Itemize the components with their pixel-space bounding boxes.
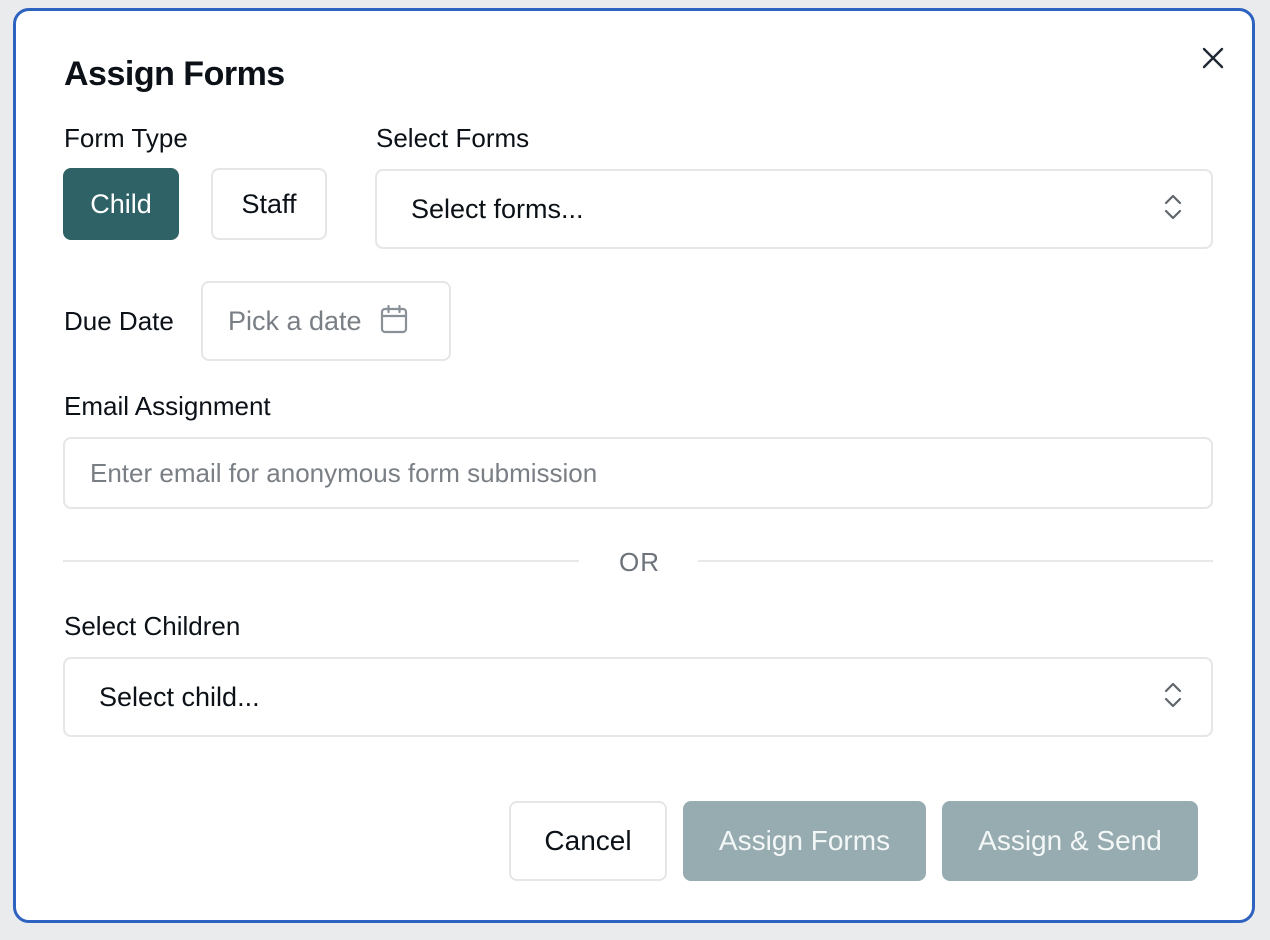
- or-separator-text: OR: [619, 547, 660, 577]
- assign-and-send-button[interactable]: Assign & Send: [942, 801, 1198, 881]
- email-assignment-input[interactable]: [63, 437, 1213, 509]
- chevron-up-down-icon: [1163, 192, 1183, 227]
- assign-forms-dialog: Assign Forms Form Type Child Staff Selec…: [13, 8, 1255, 923]
- due-date-placeholder: Pick a date: [228, 305, 362, 336]
- select-forms-value: Select forms...: [411, 193, 584, 224]
- select-children-dropdown[interactable]: Select child...: [63, 657, 1213, 737]
- form-type-staff-button[interactable]: Staff: [211, 168, 327, 240]
- chevron-up-down-icon: [1163, 680, 1183, 715]
- due-date-label: Due Date: [64, 306, 174, 336]
- select-forms-label: Select Forms: [376, 123, 530, 153]
- email-assignment-label: Email Assignment: [64, 391, 271, 421]
- dialog-title: Assign Forms: [64, 55, 285, 93]
- close-button[interactable]: [1196, 43, 1230, 77]
- calendar-icon: [380, 304, 408, 339]
- separator-line-left: [63, 560, 579, 562]
- select-children-label: Select Children: [64, 611, 241, 641]
- form-type-label: Form Type: [64, 123, 188, 153]
- cancel-button[interactable]: Cancel: [509, 801, 667, 881]
- form-type-child-button[interactable]: Child: [63, 168, 179, 240]
- assign-forms-button[interactable]: Assign Forms: [683, 801, 926, 881]
- select-forms-dropdown[interactable]: Select forms...: [375, 169, 1213, 249]
- select-children-value: Select child...: [99, 681, 260, 712]
- close-icon: [1201, 46, 1225, 75]
- separator-line-right: [698, 560, 1213, 562]
- due-date-picker[interactable]: Pick a date: [201, 281, 451, 361]
